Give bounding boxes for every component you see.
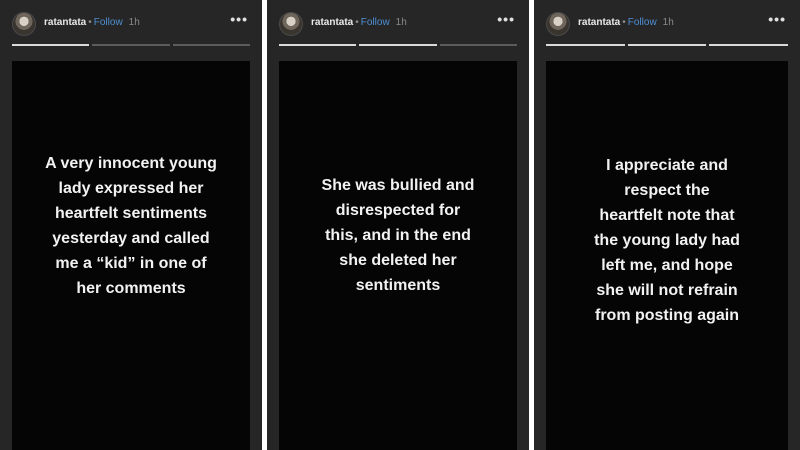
more-horizontal-icon[interactable]: ••• xyxy=(230,11,248,27)
story-strip: ratantata • Follow 1h ••• A very innocent y… xyxy=(0,0,800,450)
separator-dot: • xyxy=(88,17,92,28)
username[interactable]: ratantata xyxy=(311,17,353,28)
more-horizontal-icon[interactable]: ••• xyxy=(497,11,515,27)
progress-segment xyxy=(709,44,789,46)
story-header: ratantata • Follow 1h ••• xyxy=(0,0,262,48)
name-row: ratantata • Follow 1h xyxy=(578,17,674,29)
progress-segment xyxy=(627,44,707,46)
avatar[interactable] xyxy=(279,12,303,36)
post-time: 1h xyxy=(662,17,674,28)
progress-segment xyxy=(546,44,625,46)
post-time: 1h xyxy=(395,17,407,28)
story-text: A very innocent young lady expressed her… xyxy=(45,154,217,297)
story-text: I appreciate and respect the heartfelt n… xyxy=(594,157,740,324)
progress-segment xyxy=(279,44,357,46)
progress-segment xyxy=(92,44,170,46)
separator-dot: • xyxy=(622,17,626,28)
follow-button[interactable]: Follow xyxy=(361,17,390,28)
story-progress xyxy=(12,44,250,46)
avatar[interactable] xyxy=(546,12,570,36)
progress-segment xyxy=(439,44,517,46)
post-time: 1h xyxy=(128,17,140,28)
story-header: ratantata • Follow 1h ••• xyxy=(534,0,800,48)
story-content[interactable]: A very innocent young lady expressed her… xyxy=(12,61,250,450)
progress-segment xyxy=(172,44,250,46)
story-panel-1: ratantata • Follow 1h ••• A very innocent y… xyxy=(0,0,262,450)
story-content[interactable]: She was bullied and disrespected for thi… xyxy=(279,61,517,450)
progress-segment xyxy=(12,44,90,46)
separator-dot: • xyxy=(355,17,359,28)
more-horizontal-icon[interactable]: ••• xyxy=(768,11,786,27)
follow-button[interactable]: Follow xyxy=(628,17,657,28)
name-row: ratantata • Follow 1h xyxy=(44,17,140,29)
follow-button[interactable]: Follow xyxy=(94,17,123,28)
username[interactable]: ratantata xyxy=(44,17,86,28)
avatar[interactable] xyxy=(12,12,36,36)
story-progress xyxy=(279,44,517,46)
username[interactable]: ratantata xyxy=(578,17,620,28)
name-row: ratantata • Follow 1h xyxy=(311,17,407,29)
story-text: She was bullied and disrespected for thi… xyxy=(321,177,475,294)
story-content[interactable]: I appreciate and respect the heartfelt n… xyxy=(546,61,788,450)
story-header: ratantata • Follow 1h ••• xyxy=(267,0,529,48)
progress-segment xyxy=(359,44,437,46)
story-panel-3: ratantata • Follow 1h ••• I appreciate and … xyxy=(534,0,800,450)
story-progress xyxy=(546,44,789,46)
story-panel-2: ratantata • Follow 1h ••• She was bullied a… xyxy=(267,0,529,450)
